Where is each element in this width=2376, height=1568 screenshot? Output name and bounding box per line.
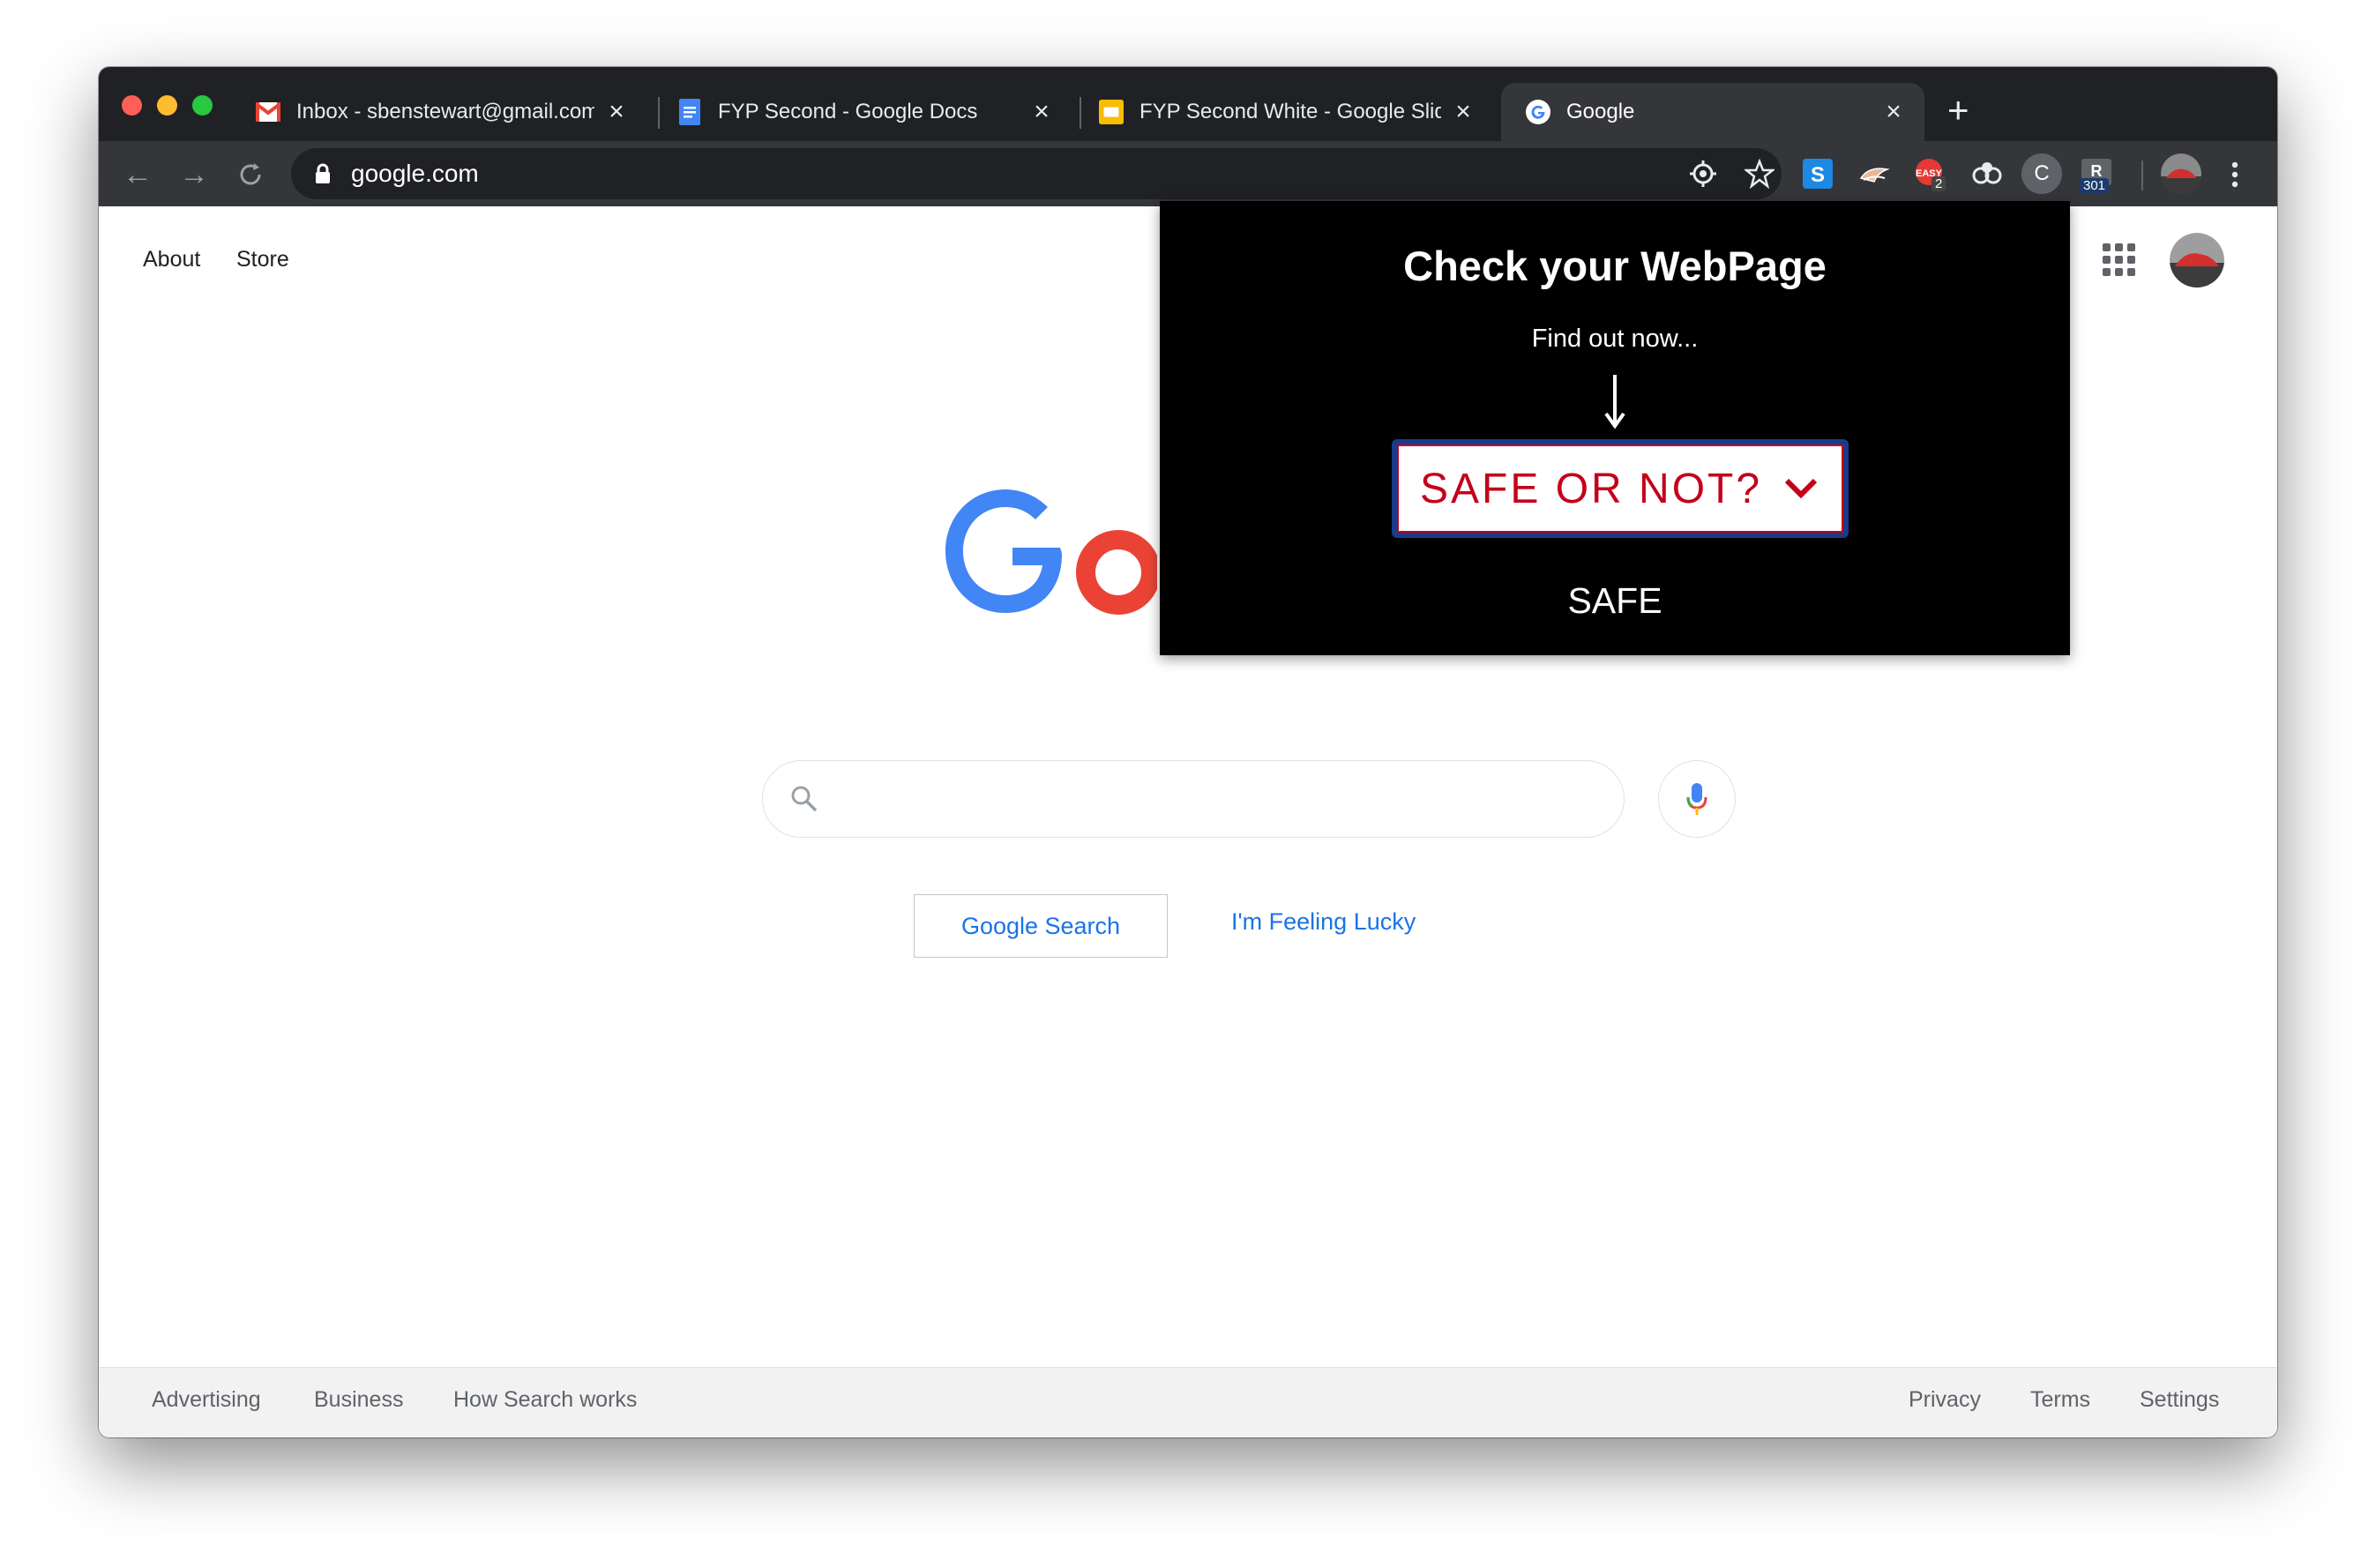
bird-extension-icon[interactable]	[1854, 153, 1894, 194]
browser-toolbar: ← → google.com S EASY 2 C R 301	[99, 141, 2277, 206]
footer-advertising-link[interactable]: Advertising	[152, 1387, 261, 1413]
google-apps-icon[interactable]	[2103, 243, 2135, 276]
tab-gmail[interactable]: Inbox - sbenstewart@gmail.com ×	[231, 83, 647, 141]
profile-avatar[interactable]	[2161, 153, 2201, 194]
google-slides-icon	[1099, 100, 1124, 124]
link-extension-icon[interactable]	[1967, 153, 2007, 194]
close-tab-icon[interactable]: ×	[1028, 99, 1055, 125]
footer-how-search-works-link[interactable]: How Search works	[453, 1387, 637, 1413]
google-search-button[interactable]: Google Search	[914, 894, 1168, 958]
popup-title: Check your WebPage	[1403, 243, 1827, 289]
store-link[interactable]: Store	[236, 247, 289, 273]
tab-title: FYP Second - Google Docs	[718, 100, 978, 123]
c-extension-icon[interactable]: C	[2021, 153, 2062, 194]
microphone-icon	[1686, 783, 1707, 815]
google-docs-icon	[677, 99, 702, 125]
safe-or-not-select[interactable]: SAFE OR NOT?	[1392, 439, 1849, 538]
s-extension-icon[interactable]: S	[1797, 153, 1838, 194]
reload-icon[interactable]	[233, 157, 268, 192]
extension-badge: 2	[1931, 176, 1946, 191]
footer-business-link[interactable]: Business	[314, 1387, 403, 1413]
popup-subtitle: Find out now...	[1531, 325, 1699, 353]
location-icon[interactable]	[1688, 159, 1718, 189]
footer-settings-link[interactable]: Settings	[2140, 1387, 2219, 1413]
url-text: google.com	[351, 160, 479, 187]
maximize-window-button[interactable]	[192, 95, 213, 116]
chevron-down-icon	[1784, 478, 1818, 499]
svg-text:S: S	[1811, 163, 1825, 187]
new-tab-button[interactable]: +	[1947, 92, 1969, 129]
tab-google-slides[interactable]: FYP Second White - Google Slides ×	[1074, 83, 1494, 141]
extension-badge: 301	[2080, 178, 2110, 193]
lock-icon	[316, 163, 330, 183]
tab-title: FYP Second White - Google Slides	[1139, 100, 1441, 123]
footer-terms-link[interactable]: Terms	[2030, 1387, 2090, 1413]
tab-title: Google	[1566, 100, 1635, 123]
footer: Advertising Business How Search works Pr…	[99, 1367, 2277, 1437]
voice-search-button[interactable]	[1658, 760, 1736, 838]
tab-google[interactable]: Google ×	[1501, 83, 1924, 141]
close-window-button[interactable]	[122, 95, 142, 116]
google-g-icon	[1526, 100, 1550, 124]
google-logo	[945, 475, 1161, 643]
about-link[interactable]: About	[143, 247, 200, 273]
address-bar[interactable]: google.com	[291, 148, 1782, 199]
forward-arrow-icon[interactable]: →	[176, 157, 212, 192]
minimize-window-button[interactable]	[157, 95, 177, 116]
tab-strip: Inbox - sbenstewart@gmail.com × FYP Seco…	[99, 67, 2277, 141]
gmail-icon	[256, 100, 280, 124]
account-avatar[interactable]	[2170, 233, 2224, 287]
redirect-extension-icon[interactable]: R 301	[2076, 153, 2117, 194]
back-arrow-icon[interactable]: ←	[120, 157, 155, 192]
down-arrow-icon	[1604, 375, 1625, 429]
footer-privacy-link[interactable]: Privacy	[1909, 1387, 1981, 1413]
svg-text:R: R	[2091, 162, 2103, 180]
more-menu-icon[interactable]	[2217, 157, 2253, 192]
safety-result: SAFE	[1567, 580, 1662, 621]
feeling-lucky-link[interactable]: I'm Feeling Lucky	[1231, 908, 1416, 936]
search-input[interactable]	[762, 760, 1625, 838]
close-tab-icon[interactable]: ×	[1450, 99, 1476, 125]
select-label: SAFE OR NOT?	[1420, 465, 1763, 512]
star-bookmark-icon[interactable]	[1745, 159, 1775, 189]
easy-extension-icon[interactable]: EASY 2	[1910, 153, 1951, 194]
tab-title: Inbox - sbenstewart@gmail.com	[296, 100, 594, 123]
browser-window: Inbox - sbenstewart@gmail.com × FYP Seco…	[99, 67, 2277, 1437]
search-icon	[791, 786, 818, 812]
extension-popup: Check your WebPage Find out now... SAFE …	[1160, 201, 2070, 655]
tab-google-docs[interactable]: FYP Second - Google Docs ×	[653, 83, 1072, 141]
close-tab-icon[interactable]: ×	[603, 99, 630, 125]
close-tab-icon[interactable]: ×	[1880, 99, 1907, 125]
